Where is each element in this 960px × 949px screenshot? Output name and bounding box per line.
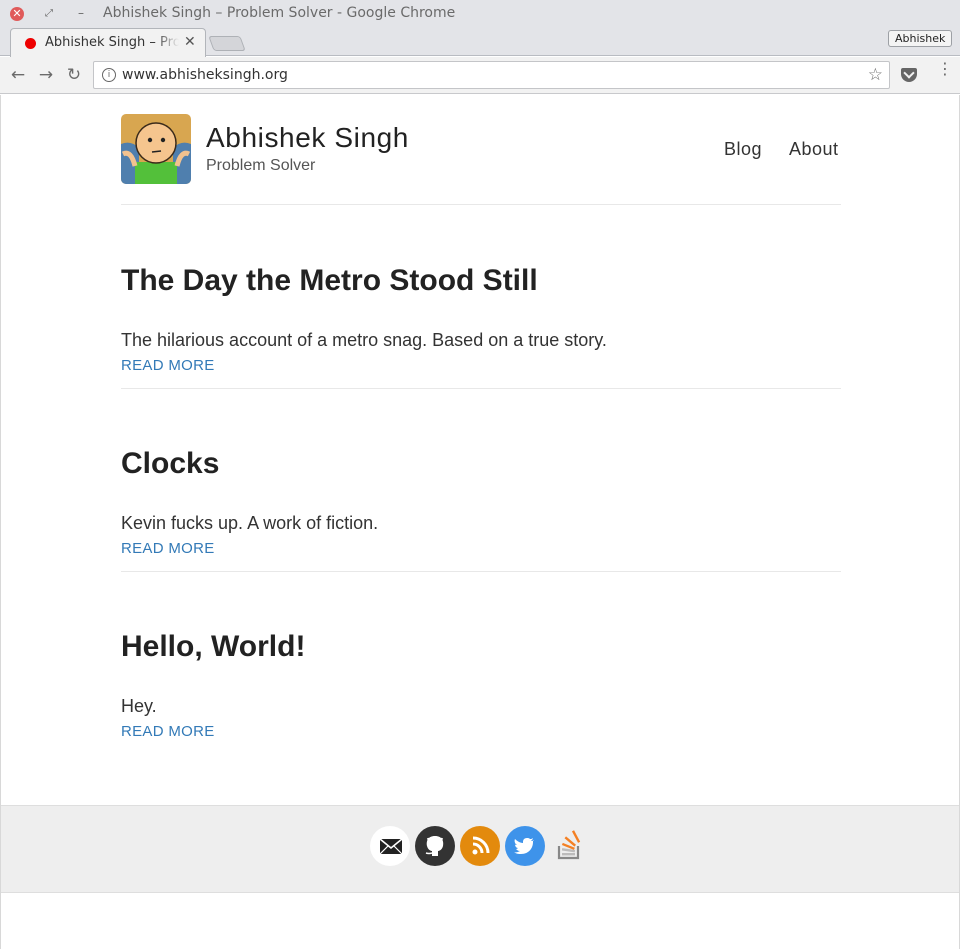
github-icon[interactable] [415,826,455,866]
rss-icon[interactable] [460,826,500,866]
new-tab-button[interactable] [208,36,246,51]
post-item: The Day the Metro Stood Still The hilari… [121,206,841,389]
post-excerpt: Kevin fucks up. A work of fiction. [121,513,379,533]
browser-toolbar: ← → ↻ i www.abhisheksingh.org ☆ ⋮ [0,57,960,94]
stackoverflow-icon[interactable] [550,826,590,866]
url-text[interactable]: www.abhisheksingh.org [122,67,288,83]
read-more-link[interactable]: READ MORE [121,723,215,740]
post-title[interactable]: The Day the Metro Stood Still [121,264,538,298]
site-subtitle: Problem Solver [206,157,316,174]
nav-blog-link[interactable]: Blog [724,139,762,160]
nav-about-link[interactable]: About [789,139,839,160]
tab-active[interactable]: Abhishek Singh – Problem Solver ✕ [10,28,206,57]
twitter-icon[interactable] [505,826,545,866]
window-title: Abhishek Singh – Problem Solver - Google… [103,5,456,21]
menu-kebab-icon[interactable]: ⋮ [937,61,953,77]
profile-button[interactable]: Abhishek [888,30,953,47]
post-excerpt: The hilarious account of a metro snag. B… [121,330,607,350]
window-titlebar: ✕ ⤢ – Abhishek Singh – Problem Solver - … [0,0,960,28]
favicon-icon [25,38,36,49]
pocket-icon[interactable] [901,68,917,82]
post-item: Clocks Kevin fucks up. A work of fiction… [121,389,841,572]
window-minimize-button[interactable]: – [74,7,88,21]
address-bar[interactable]: i www.abhisheksingh.org ☆ [93,61,890,89]
info-icon[interactable]: i [102,68,116,82]
tab-close-icon[interactable]: ✕ [184,34,196,50]
post-excerpt: Hey. [121,696,157,716]
mail-icon[interactable] [370,826,410,866]
read-more-link[interactable]: READ MORE [121,540,215,557]
web-page: Abhishek Singh Problem Solver Blog About… [0,95,960,949]
reload-icon[interactable]: ↻ [65,66,83,84]
read-more-link[interactable]: READ MORE [121,357,215,374]
tab-title: Abhishek Singh – Problem Solver [45,35,179,50]
site-header: Abhishek Singh Problem Solver Blog About [121,95,841,205]
post-item: Hello, World! Hey. READ MORE [121,572,841,755]
window-close-button[interactable]: ✕ [10,7,24,21]
avatar[interactable] [121,114,191,184]
post-title[interactable]: Hello, World! [121,630,305,664]
window-restore-button[interactable]: ⤢ [42,7,56,21]
avatar-cartoon-icon [121,114,191,184]
back-arrow-icon[interactable]: ← [9,66,27,84]
forward-arrow-icon[interactable]: → [37,66,55,84]
bookmark-star-icon[interactable]: ☆ [868,65,883,85]
site-title[interactable]: Abhishek Singh [206,122,409,154]
post-title[interactable]: Clocks [121,447,219,481]
tab-strip: Abhishek Singh – Problem Solver ✕ Abhish… [0,28,960,57]
site-footer [1,805,959,893]
